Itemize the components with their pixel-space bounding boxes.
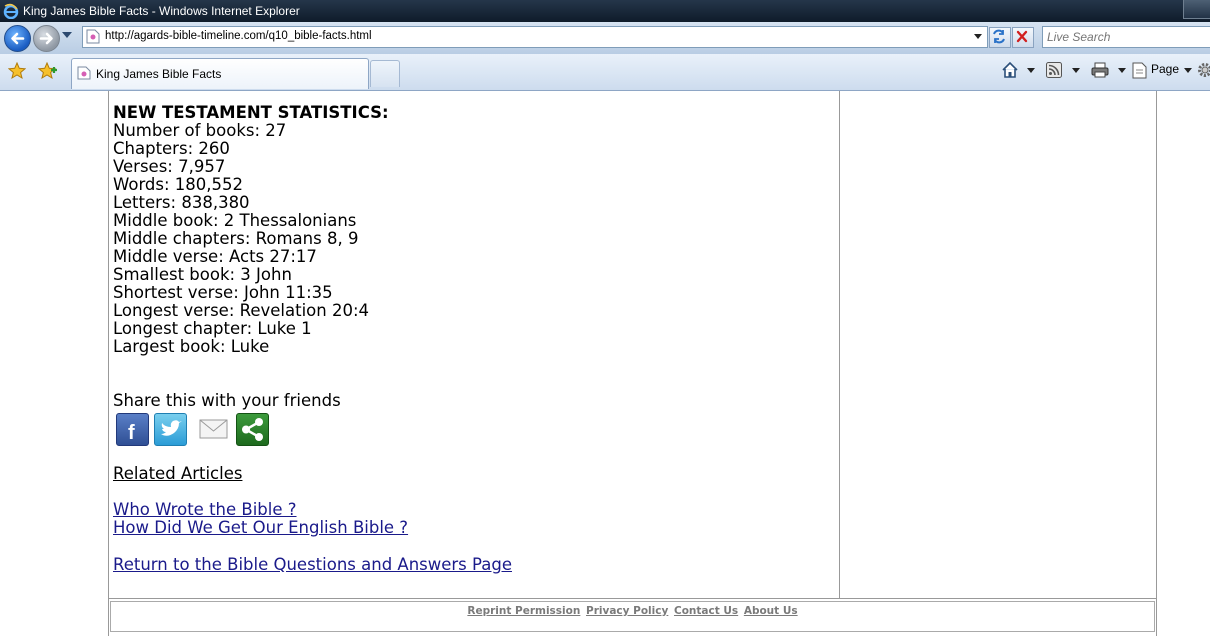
stat-line: Largest book: Luke — [113, 337, 270, 356]
back-button[interactable] — [4, 25, 31, 52]
related-articles-heading[interactable]: Related Articles — [113, 465, 833, 483]
address-input[interactable] — [105, 27, 965, 45]
share-label: Share this with your friends — [113, 391, 341, 410]
feeds-icon[interactable] — [1046, 62, 1062, 78]
link-return-to-questions[interactable]: Return to the Bible Questions and Answer… — [113, 556, 833, 574]
footer-link-reprint-permission[interactable]: Reprint Permission — [467, 605, 580, 617]
stat-line: Middle book: 2 Thessalonians — [113, 211, 357, 230]
favorites-star-icon[interactable] — [8, 62, 26, 80]
facebook-icon[interactable]: f — [116, 413, 149, 446]
new-tab-button[interactable] — [370, 60, 400, 87]
tab-label: King James Bible Facts — [96, 67, 222, 81]
recent-pages-dropdown-icon[interactable] — [62, 32, 72, 38]
twitter-icon[interactable] — [154, 413, 187, 446]
footer-link-about-us[interactable]: About Us — [744, 605, 798, 617]
svg-text:f: f — [128, 422, 135, 444]
footer-link-contact-us[interactable]: Contact Us — [674, 605, 738, 617]
refresh-button[interactable] — [989, 27, 1011, 48]
stat-line: Shortest verse: John 11:35 — [113, 283, 333, 302]
navigation-bar — [0, 22, 1210, 54]
content-border-left — [108, 91, 109, 636]
email-icon[interactable] — [198, 413, 229, 444]
page-dropdown-icon[interactable] — [1184, 68, 1192, 73]
ie-logo-icon — [3, 3, 19, 19]
back-arrow-icon — [11, 32, 25, 45]
feeds-dropdown-icon[interactable] — [1072, 68, 1080, 73]
footer-link-privacy-policy[interactable]: Privacy Policy — [586, 605, 668, 617]
link-who-wrote-the-bible[interactable]: Who Wrote the Bible ? — [113, 501, 833, 519]
address-bar — [82, 26, 988, 48]
stat-line: Verses: 7,957 — [113, 157, 226, 176]
stat-line: Words: 180,552 — [113, 175, 244, 194]
stat-line: Number of books: 27 — [113, 121, 287, 140]
footer: Reprint Permission Privacy Policy Contac… — [110, 601, 1155, 632]
footer-divider — [108, 598, 1157, 599]
address-dropdown-icon[interactable] — [974, 34, 982, 39]
minimize-button[interactable] — [1183, 0, 1210, 19]
share-buttons: f — [113, 412, 833, 446]
stat-line: Middle verse: Acts 27:17 — [113, 247, 317, 266]
page-icon — [77, 66, 91, 80]
column-divider — [839, 91, 840, 598]
section-heading: NEW TESTAMENT STATISTICS: — [113, 103, 389, 122]
footer-links: Reprint Permission Privacy Policy Contac… — [111, 605, 1154, 617]
content-border-right — [1156, 91, 1157, 636]
home-icon[interactable] — [1001, 61, 1019, 79]
close-icon — [1016, 30, 1028, 43]
forward-arrow-icon — [39, 32, 53, 45]
stat-line: Middle chapters: Romans 8, 9 — [113, 229, 359, 248]
stat-line: Longest chapter: Luke 1 — [113, 319, 312, 338]
print-dropdown-icon[interactable] — [1118, 68, 1126, 73]
share-icon[interactable] — [236, 413, 269, 446]
page-menu-icon[interactable] — [1132, 62, 1148, 79]
tab-bar: King James Bible Facts Page — [0, 54, 1210, 91]
stat-line: Longest verse: Revelation 20:4 — [113, 301, 370, 320]
search-box — [1042, 26, 1210, 48]
tools-gear-icon[interactable] — [1197, 62, 1210, 78]
tab-king-james-bible-facts[interactable]: King James Bible Facts — [71, 58, 369, 89]
main-content: NEW TESTAMENT STATISTICS: Number of book… — [113, 104, 833, 574]
print-icon[interactable] — [1091, 62, 1109, 78]
page-icon — [86, 29, 100, 44]
window-title-bar: King James Bible Facts - Windows Interne… — [0, 0, 1210, 22]
refresh-icon — [993, 29, 1005, 44]
home-dropdown-icon[interactable] — [1027, 68, 1035, 73]
page-viewport: NEW TESTAMENT STATISTICS: Number of book… — [0, 91, 1210, 638]
stat-line: Smallest book: 3 John — [113, 265, 292, 284]
link-how-did-we-get-english-bible[interactable]: How Did We Get Our English Bible ? — [113, 519, 833, 537]
page-menu-label[interactable]: Page — [1151, 62, 1179, 76]
stat-line: Letters: 838,380 — [113, 193, 250, 212]
window-title: King James Bible Facts - Windows Interne… — [23, 4, 300, 18]
stat-line: Chapters: 260 — [113, 139, 230, 158]
add-favorites-icon[interactable] — [38, 62, 58, 80]
search-input[interactable] — [1047, 28, 1207, 45]
stop-button[interactable] — [1012, 27, 1034, 48]
forward-button[interactable] — [33, 25, 60, 52]
